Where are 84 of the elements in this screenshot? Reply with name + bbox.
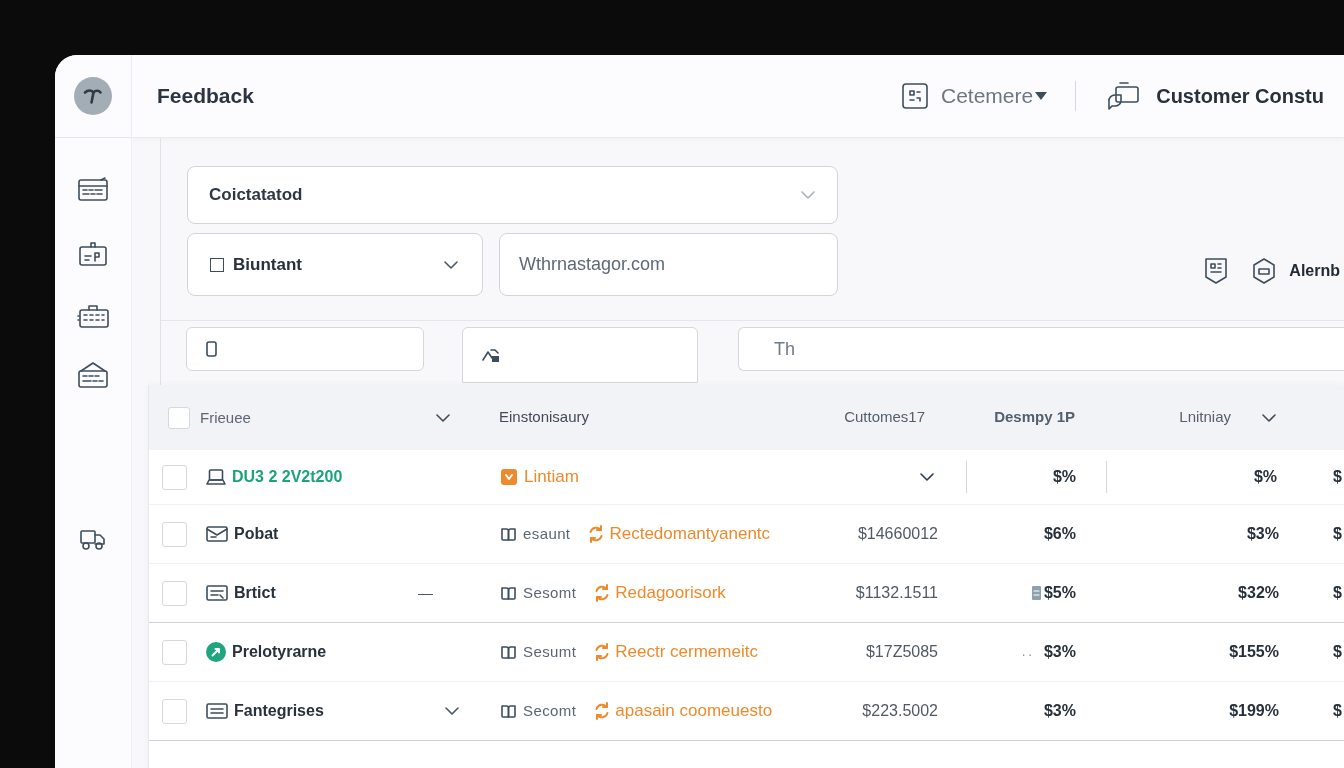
column-header: Desmpy 1P [994,407,1075,428]
envelope-icon [206,526,228,542]
column-header: Einstonisaury [499,407,590,428]
share-value: $3% [1043,701,1076,721]
status-label: Reectr cermemeitc [615,641,758,664]
badge-icon[interactable] [79,242,107,266]
filter-field[interactable] [186,327,424,371]
amount-value: $17Z5085 [865,642,938,662]
board-icon [902,83,928,109]
type-label: Sesumt [523,641,577,662]
book-icon [501,704,516,718]
checkbox[interactable] [210,257,224,272]
chat-icon[interactable] [1107,82,1140,110]
action-link[interactable]: Alernb [1289,258,1340,283]
rate-value: $155% [1229,642,1279,662]
share-value: $6% [1043,524,1076,544]
rate-value: $199% [1229,701,1279,721]
hexagon-icon[interactable] [1253,257,1276,284]
caret-icon [1035,92,1048,100]
amount-value: $1132.1511 [855,583,938,603]
status-label: apasain coomeuesto [615,700,773,723]
share-value: $5% [1043,583,1076,603]
keyboard-icon[interactable] [77,304,109,328]
group-name: DU3 2 2V2t200 [232,467,343,487]
refresh-icon [594,643,611,661]
rate-value: $% [1253,467,1277,487]
chevron-down-icon [801,191,815,199]
chevron-badge-icon [501,469,517,485]
filter-field[interactable] [462,327,698,383]
chevron-down-icon[interactable] [920,473,934,481]
laptop-icon [206,469,226,485]
dots-mark: . . [1021,644,1032,661]
book-icon [501,586,516,600]
share-value: $% [1052,467,1076,487]
rate-value: $32% [1238,583,1279,603]
status-label: Rectedomantyanentc [609,523,771,546]
shield-icon[interactable] [1205,257,1228,284]
currency-value: $ [1333,467,1342,487]
book-icon [501,645,516,659]
account-name[interactable]: Customer Constu [1156,81,1324,111]
truck-icon[interactable] [80,528,106,550]
currency-value: $ [1333,701,1342,721]
logo-icon[interactable] [74,77,112,115]
id-card-icon [206,585,228,601]
shapes-icon [482,347,500,363]
chevron-down-icon[interactable] [1262,413,1276,422]
type-label: Secomt [523,700,577,721]
phone-icon [206,341,217,357]
amount-value: $14660012 [857,524,938,544]
column-header: Cuttomes17 [844,407,925,428]
refresh-icon [594,702,611,720]
workspace-menu[interactable]: Cetemere [902,80,1048,112]
column-header: Frieuee [200,408,251,426]
currency-value: $ [1333,642,1342,662]
type-select[interactable]: Biuntant [187,233,483,296]
chevron-down-icon[interactable] [436,413,450,422]
rate-value: $3% [1246,524,1279,544]
item-name: Prelotyrarne [232,642,327,662]
search-field[interactable]: Th [738,327,1344,371]
type-label: Sesomt [523,582,577,603]
book-icon [501,527,516,541]
currency-value: $ [1333,583,1342,603]
item-name: Pobat [234,524,279,544]
status-label: Redagoorisork [615,582,726,605]
item-name: Brtict [234,583,276,603]
dash-mark: — [418,582,433,603]
item-name: Fantegrises [234,701,324,721]
category-select[interactable]: Coictatatod [187,166,838,224]
list-card-icon [206,703,228,719]
amount-value: $223.5002 [862,701,938,721]
website-input[interactable]: Wthrnastagor.com [499,233,838,296]
page-title: Feedback [157,83,254,110]
share-value: $3% [1043,642,1076,662]
chevron-down-icon[interactable] [445,707,459,715]
refresh-icon [588,525,605,543]
arrow-circle-icon [206,642,226,662]
table-icon[interactable] [78,177,108,201]
currency-value: $ [1333,524,1342,544]
chevron-down-icon [444,260,458,269]
house-icon[interactable] [78,362,108,388]
type-label: esaunt [523,523,571,544]
column-header: Lnitniay [1179,407,1231,428]
refresh-icon [594,584,611,602]
category-label: Lintiam [524,466,579,489]
